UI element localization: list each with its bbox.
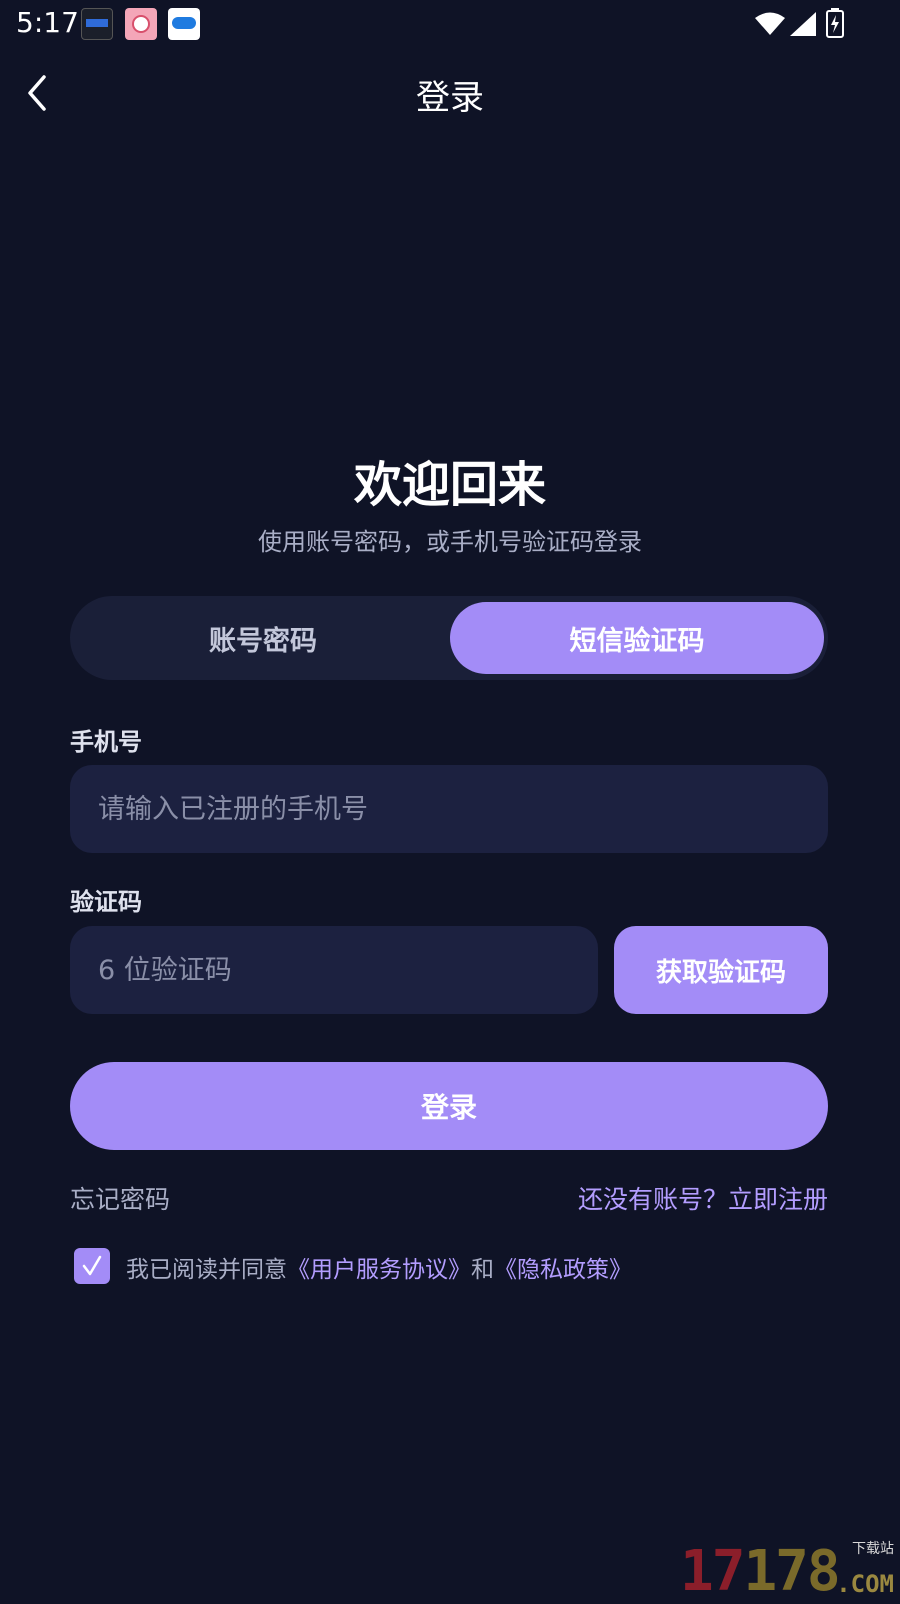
register-link[interactable]: 还没有账号？立即注册	[578, 1180, 828, 1216]
tab-account-password[interactable]: 账号密码	[76, 602, 450, 674]
agreement-text: 我已阅读并同意《用户服务协议》和《隐私政策》	[126, 1250, 632, 1284]
login-button[interactable]: 登录	[70, 1062, 828, 1150]
signal-icon	[790, 12, 816, 36]
clock-widget-icon	[81, 8, 113, 40]
welcome-subtitle: 使用账号密码，或手机号验证码登录	[258, 528, 642, 556]
battery-charging-icon	[826, 8, 844, 38]
page-title: 登录	[416, 78, 484, 118]
watermark-site: 下载站	[852, 1541, 894, 1557]
login-mode-switch: 账号密码 短信验证码	[70, 596, 828, 680]
status-time: 5:17	[16, 6, 79, 39]
watermark-digits-a: 17	[680, 1539, 745, 1604]
agreement-checkbox[interactable]	[74, 1248, 110, 1284]
code-label: 验证码	[70, 888, 142, 916]
watermark-logo: 17178 下载站 .COM	[680, 1536, 900, 1600]
phone-input[interactable]	[70, 765, 828, 853]
watermark-digits: 17178	[680, 1544, 841, 1600]
app-notification-icon	[168, 8, 200, 40]
phone-label: 手机号	[70, 728, 142, 756]
privacy-policy-link[interactable]: 《隐私政策》	[494, 1257, 632, 1283]
code-input[interactable]	[70, 926, 598, 1014]
status-bar: 5:17	[0, 0, 900, 48]
user-agreement-link[interactable]: 《用户服务协议》	[287, 1257, 471, 1283]
tab-sms-code[interactable]: 短信验证码	[450, 602, 824, 674]
welcome-title: 欢迎回来	[353, 457, 546, 513]
forgot-password-link[interactable]: 忘记密码	[70, 1180, 170, 1216]
app-notification-icon	[125, 8, 157, 40]
agreement-prefix: 我已阅读并同意	[126, 1257, 287, 1283]
watermark-digits-b: 178	[743, 1539, 840, 1604]
checkmark-icon	[82, 1255, 102, 1276]
wifi-icon	[755, 12, 785, 35]
watermark-com: .COM	[836, 1570, 894, 1598]
get-code-button[interactable]: 获取验证码	[614, 926, 828, 1014]
agreement-conjunction: 和	[471, 1257, 494, 1283]
